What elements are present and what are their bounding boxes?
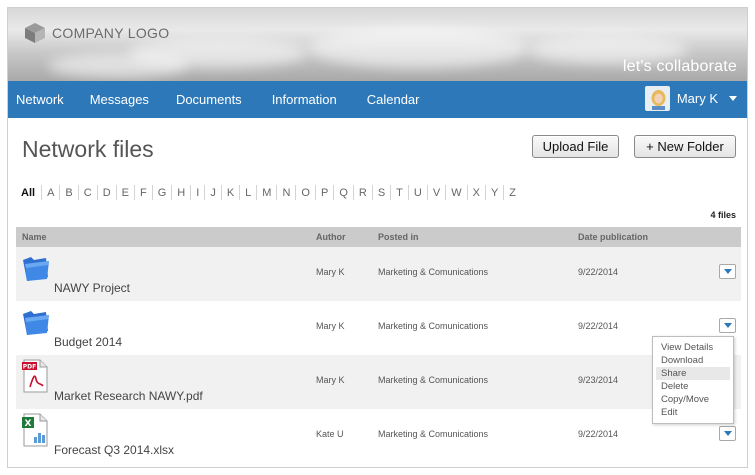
cube-logo-icon [25,23,45,43]
row-actions-button[interactable] [719,264,736,279]
menu-item-delete[interactable]: Delete [656,380,730,393]
file-posted-in: Marketing & Comunications [378,429,489,439]
file-posted-in: Marketing & Comunications [378,267,489,277]
nav-item-documents[interactable]: Documents [163,81,259,118]
alphabet-filter-letter[interactable]: W [446,187,466,199]
alphabet-filter-letter[interactable]: B [60,187,77,199]
table-row[interactable]: Budget 2014 Mary K Marketing & Comunicat… [16,301,741,355]
file-name[interactable]: Forecast Q3 2014.xlsx [54,443,174,457]
page-title: Network files [22,136,154,162]
folder-icon [23,257,49,281]
file-date: 9/22/2014 [578,429,619,439]
menu-item-download[interactable]: Download [656,354,730,367]
alphabet-filter-letter[interactable]: Y [486,187,503,199]
nav-item-calendar[interactable]: Calendar [354,81,433,118]
row-actions-button[interactable] [719,318,736,333]
company-logo[interactable]: COMPANY LOGO [24,22,169,44]
pdf-file-icon: PDF [22,359,48,393]
row-context-menu: View Details Download Share Delete Copy/… [652,336,734,424]
nav-item-information[interactable]: Information [259,81,354,118]
alphabet-filter-letter[interactable]: F [135,187,152,199]
file-posted-in: Marketing & Comunications [378,321,489,331]
table-row[interactable]: NAWY Project Mary K Marketing & Comunica… [16,247,741,301]
alphabet-filter-letter[interactable]: S [373,187,390,199]
app-frame: COMPANY LOGO let's collaborate Network M… [7,7,748,468]
user-menu[interactable]: Mary K [644,86,737,111]
column-header-date[interactable]: Date publication [578,232,648,242]
alphabet-filter-letter[interactable]: K [222,187,239,199]
alphabet-filter-letter[interactable]: H [172,187,190,199]
svg-text:PDF: PDF [23,364,36,371]
alphabet-filter-letter[interactable]: M [257,187,276,199]
chevron-down-icon [723,323,732,328]
menu-item-copy-move[interactable]: Copy/Move [656,393,730,406]
excel-file-icon: X [22,413,48,447]
new-folder-button[interactable]: + New Folder [634,135,736,158]
alphabet-filter-letter[interactable]: Z [504,187,521,199]
user-name: Mary K [676,91,718,106]
nav-item-messages[interactable]: Messages [77,81,163,118]
table-row[interactable]: PDF Market Research NAWY.pdf Mary K Mark… [16,355,741,409]
file-author: Mary K [316,375,345,385]
tagline: let's collaborate [622,58,737,75]
chevron-down-icon [723,269,732,274]
alphabet-filter-letter[interactable]: P [316,187,333,199]
alphabet-filter: All A B C D E F G H I J K L M N O P Q R S T U V W X Y Z [21,185,521,200]
file-name[interactable]: Budget 2014 [54,335,122,349]
svg-text:X: X [25,419,32,429]
menu-item-share[interactable]: Share [656,367,730,380]
alphabet-filter-letter[interactable]: X [468,187,485,199]
alphabet-filter-all[interactable]: All [21,187,41,199]
main-nav: Network Messages Documents Information C… [8,81,747,118]
chevron-down-icon [729,96,737,101]
folder-icon [23,311,49,335]
file-count: 4 files [710,210,736,220]
column-header-name[interactable]: Name [22,232,47,242]
upload-file-button[interactable]: Upload File [532,135,619,158]
file-date: 9/23/2014 [578,375,619,385]
file-name[interactable]: NAWY Project [54,281,130,295]
file-date: 9/22/2014 [578,267,619,277]
file-posted-in: Marketing & Comunications [378,375,489,385]
file-author: Kate U [316,429,344,439]
alphabet-filter-letter[interactable]: Q [334,187,353,199]
column-header-posted-in[interactable]: Posted in [378,232,419,242]
alphabet-filter-letter[interactable]: G [153,187,172,199]
alphabet-filter-letter[interactable]: N [277,187,295,199]
alphabet-filter-letter[interactable]: R [354,187,372,199]
alphabet-filter-letter[interactable]: V [428,187,445,199]
chevron-down-icon [723,431,732,436]
avatar [644,86,670,111]
alphabet-filter-letter[interactable]: C [79,187,97,199]
file-date: 9/22/2014 [578,321,619,331]
alphabet-filter-letter[interactable]: L [240,187,256,199]
file-name[interactable]: Market Research NAWY.pdf [54,389,203,403]
alphabet-filter-letter[interactable]: I [191,187,204,199]
row-actions-button[interactable] [719,426,736,441]
column-header-author[interactable]: Author [316,232,346,242]
file-author: Mary K [316,267,345,277]
table-header: Name Author Posted in Date publication [16,227,741,247]
alphabet-filter-letter[interactable]: D [98,187,116,199]
logo-text: COMPANY LOGO [52,25,170,41]
file-author: Mary K [316,321,345,331]
menu-item-edit[interactable]: Edit [656,406,730,419]
alphabet-filter-letter[interactable]: T [391,187,408,199]
nav-item-network[interactable]: Network [8,81,77,118]
alphabet-filter-letter[interactable]: E [117,187,134,199]
menu-item-view-details[interactable]: View Details [656,341,730,354]
header-banner: COMPANY LOGO let's collaborate [8,8,747,81]
alphabet-filter-letter[interactable]: U [409,187,427,199]
table-row[interactable]: X Forecast Q3 2014.xlsx Kate U Marketing… [16,409,741,463]
alphabet-filter-letter[interactable]: A [42,187,59,199]
alphabet-filter-letter[interactable]: J [205,187,221,199]
alphabet-filter-letter[interactable]: O [296,187,315,199]
